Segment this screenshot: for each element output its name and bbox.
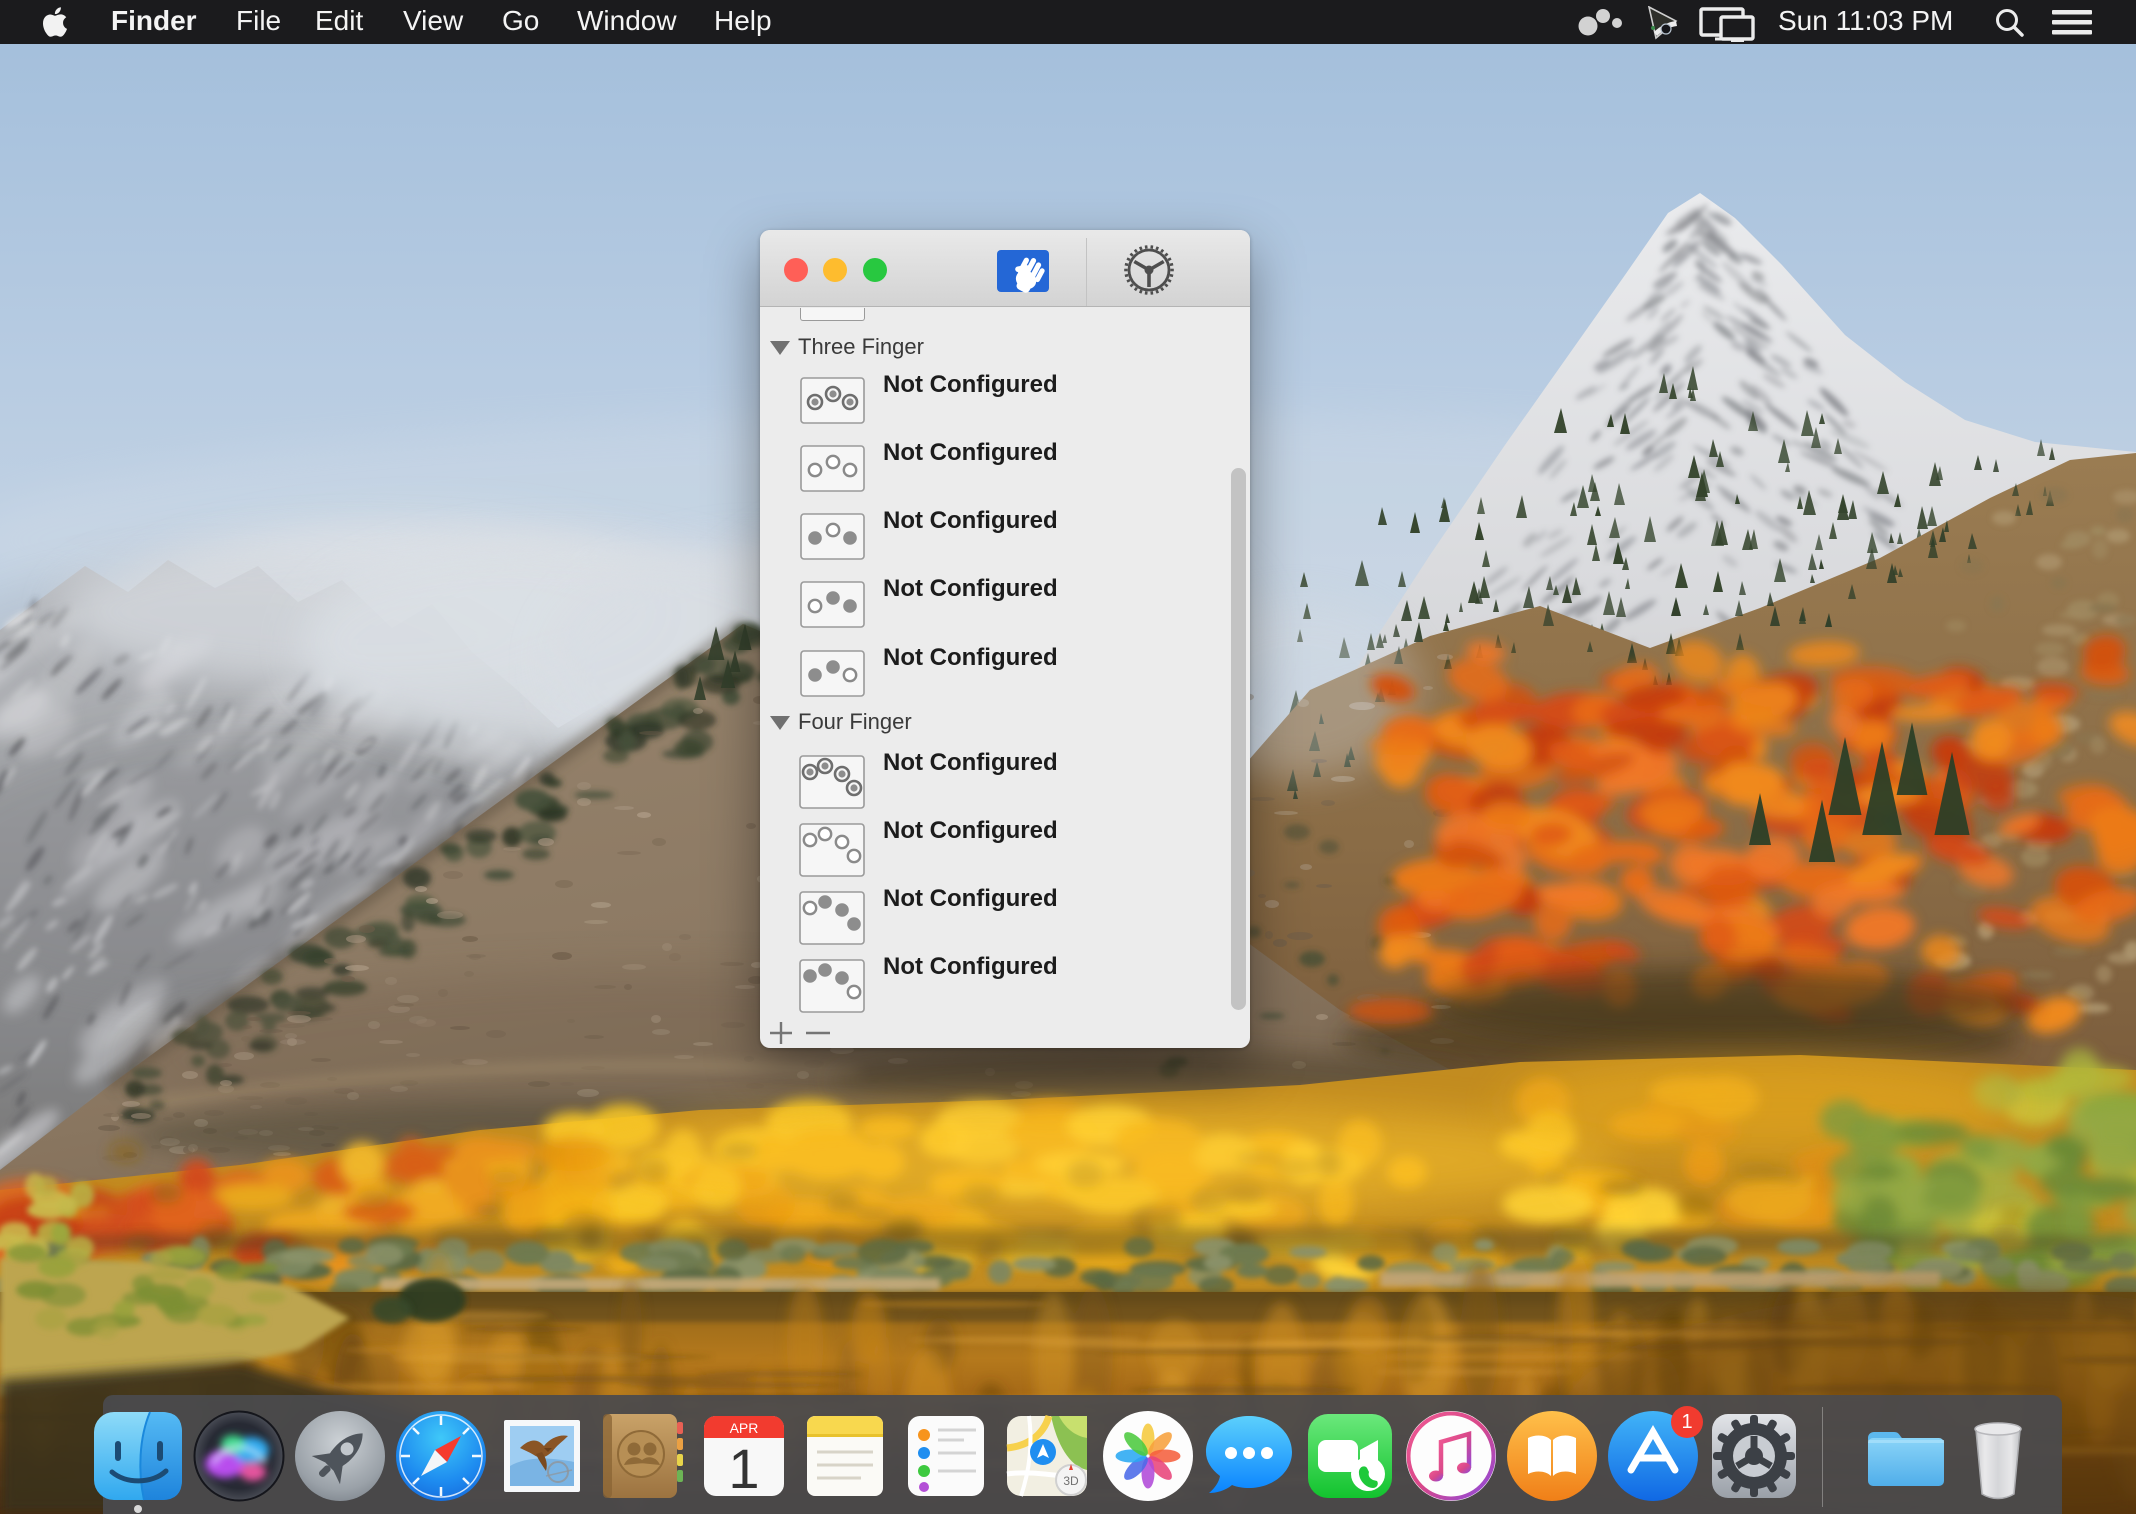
svg-text:APR: APR	[730, 1420, 759, 1436]
svg-text:3D: 3D	[1063, 1474, 1079, 1488]
svg-text:1: 1	[728, 1437, 759, 1500]
